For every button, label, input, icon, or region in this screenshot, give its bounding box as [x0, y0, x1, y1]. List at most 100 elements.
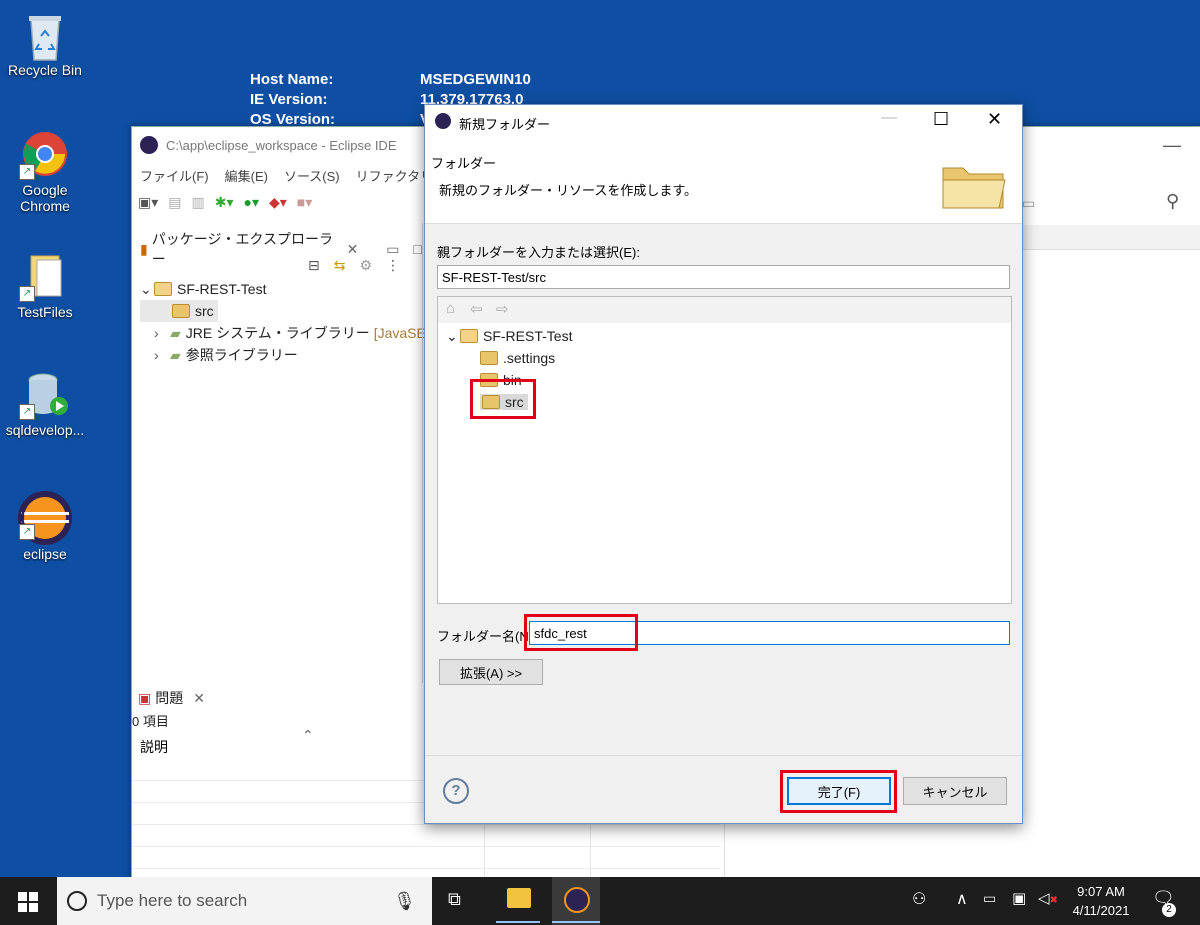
close-icon[interactable]: ✕ [987, 109, 1002, 130]
folder-name-label: フォルダー名(N): [437, 629, 537, 644]
close-icon[interactable]: ✕ [193, 690, 205, 707]
dialog-title: 新規フォルダー [459, 117, 551, 132]
collapse-all-icon[interactable]: ⊟ [308, 257, 320, 274]
minimize-icon[interactable]: ▭ [386, 241, 399, 258]
header-title: フォルダー [431, 156, 497, 171]
windows-start-icon[interactable] [18, 892, 38, 912]
minimize-icon[interactable]: — [1163, 135, 1181, 156]
tree-label: SF-REST-Test [483, 328, 573, 344]
debug-icon[interactable]: ✱▾ [215, 194, 234, 211]
sort-icon: ⌃ [302, 727, 314, 743]
desktop-icon-sqldeveloper[interactable]: ↗ sqldevelop... [0, 370, 90, 438]
chevron-up-icon[interactable]: ∧ [956, 889, 968, 909]
desktop-icon-chrome[interactable]: ↗ Google Chrome [0, 130, 90, 214]
desktop-icon-eclipse[interactable]: ↗ eclipse [0, 490, 90, 562]
help-icon[interactable]: ? [443, 778, 469, 804]
menu-source[interactable]: ソース(S) [284, 166, 340, 185]
eclipse-taskbar-button[interactable] [552, 877, 600, 925]
tree-item-project[interactable]: ⌄ SF-REST-Test [140, 278, 449, 300]
problems-tabbar: ▣ 問題 ✕ [132, 683, 424, 713]
volume-muted-icon[interactable]: ◁✖ [1038, 889, 1058, 907]
task-view-icon[interactable]: ⧉ [448, 889, 461, 910]
new-folder-dialog: 新規フォルダー — ☐ ✕ フォルダー 新規のフォルダー・リソースを作成します。… [424, 104, 1023, 824]
view-menu-icon[interactable]: ⋮ [386, 257, 400, 274]
eclipse-app-icon [435, 113, 451, 129]
file-explorer-icon[interactable] [507, 888, 531, 908]
library-icon: ▰ [170, 324, 181, 341]
package-explorer-tabbar: ▮ パッケージ・エクスプローラー ✕ ▭ □ [132, 223, 422, 267]
recycle-bin-icon [21, 10, 69, 61]
desktop-icon-label: Recycle Bin [8, 62, 82, 78]
package-explorer-tree: ⌄ SF-REST-Test src › ▰ JRE システム・ライブラリー [Java… [140, 278, 449, 366]
panel-divider [422, 223, 423, 683]
save-all-icon[interactable]: ▥ [192, 194, 205, 211]
run-config-icon[interactable]: ◆▾ [269, 194, 287, 211]
new-icon[interactable]: ▣▾ [138, 194, 158, 211]
parent-folder-input[interactable]: SF-REST-Test/src [437, 265, 1010, 289]
tab-label: 問題 [155, 690, 184, 706]
eclipse-icon: ↗ [18, 490, 72, 545]
desktop-icon-label: TestFiles [17, 304, 73, 320]
microphone-icon[interactable]: 🎙 [393, 891, 416, 912]
tree-label: SF-REST-Test [177, 281, 267, 297]
library-icon: ▰ [170, 346, 181, 363]
highlight-folder-name [524, 614, 638, 651]
maximize-icon[interactable]: ☐ [933, 109, 949, 130]
problems-table-header: 説明 ⌃ [132, 727, 424, 760]
tree-item-project[interactable]: ⌄ SF-REST-Test [446, 325, 572, 347]
menu-edit[interactable]: 編集(E) [225, 166, 268, 185]
clock[interactable]: 9:07 AM 4/11/2021 [1066, 882, 1136, 920]
highlight-finish [780, 770, 897, 813]
people-icon[interactable]: ⚇ [912, 889, 926, 909]
search-placeholder: Type here to search [97, 891, 248, 910]
active-app-indicator [496, 921, 540, 923]
chevron-down-icon[interactable]: ⌄ [446, 328, 460, 345]
network-icon[interactable]: ▣ [1012, 889, 1026, 907]
stop-icon[interactable]: ■▾ [297, 194, 312, 211]
save-icon[interactable]: ▤ [168, 194, 181, 211]
close-icon[interactable]: ✕ [347, 241, 359, 258]
eclipse-icon [564, 887, 590, 913]
taskbar-search-box[interactable]: Type here to search 🎙 [57, 877, 432, 925]
folder-wizard-icon [942, 167, 1006, 209]
desktop-icon-label: Google Chrome [20, 182, 70, 214]
desktop-icon-recycle-bin[interactable]: Recycle Bin [0, 10, 90, 78]
tree-label: .settings [503, 350, 556, 366]
database-icon: ↗ [19, 370, 69, 420]
desktop-icon-testfiles[interactable]: ↗ TestFiles [0, 252, 90, 320]
eclipse-app-icon [140, 136, 158, 154]
chrome-icon: ↗ [19, 130, 69, 180]
folder-icon [480, 351, 498, 365]
tree-nav-bar: ⌂ ⇦ ⇨ [438, 297, 1011, 323]
project-icon [154, 282, 172, 296]
tree-label: JRE システム・ライブラリー [185, 325, 370, 341]
search-icon[interactable]: ⚲ [1166, 191, 1179, 212]
run-icon[interactable]: ●▾ [244, 194, 259, 211]
tree-label: src [195, 303, 214, 319]
open-perspective-icon[interactable]: ▭ [1022, 195, 1035, 212]
problems-icon: ▣ [138, 689, 152, 706]
clock-date: 4/11/2021 [1072, 903, 1130, 918]
tree-item-jre[interactable]: › ▰ JRE システム・ライブラリー [JavaSE-11] [140, 322, 449, 344]
tab-problems[interactable]: ▣ 問題 ✕ [138, 688, 424, 708]
tree-item-src[interactable]: src [140, 300, 218, 322]
advanced-button[interactable]: 拡張(A) >> [439, 659, 543, 685]
chevron-right-icon[interactable]: › [154, 325, 170, 341]
battery-icon[interactable]: ▭ [983, 890, 996, 907]
filter-icon[interactable]: ⚙ [359, 257, 372, 274]
link-editor-icon[interactable]: ⇆ [334, 257, 346, 274]
notification-badge: 2 [1162, 903, 1176, 917]
chevron-right-icon[interactable]: › [154, 347, 170, 363]
column-description[interactable]: 説明 [140, 737, 168, 757]
maximize-icon[interactable]: □ [414, 241, 422, 257]
menu-file[interactable]: ファイル(F) [140, 166, 209, 185]
forward-icon: ⇨ [496, 301, 509, 318]
tree-item-ref-libs[interactable]: › ▰ 参照ライブラリー [140, 344, 449, 366]
tree-item-settings[interactable]: .settings [446, 347, 572, 369]
cancel-button[interactable]: キャンセル [903, 777, 1007, 805]
parent-folder-tree: ⌂ ⇦ ⇨ ⌄ SF-REST-Test .settings bin src [437, 296, 1012, 604]
package-icon: ▮ [140, 240, 148, 257]
explorer-toolbar: ⊟ ⇆ ⚙ ⋮ [308, 257, 400, 274]
chevron-down-icon[interactable]: ⌄ [140, 281, 154, 298]
eclipse-window-title: C:\app\eclipse_workspace - Eclipse IDE [166, 137, 397, 153]
